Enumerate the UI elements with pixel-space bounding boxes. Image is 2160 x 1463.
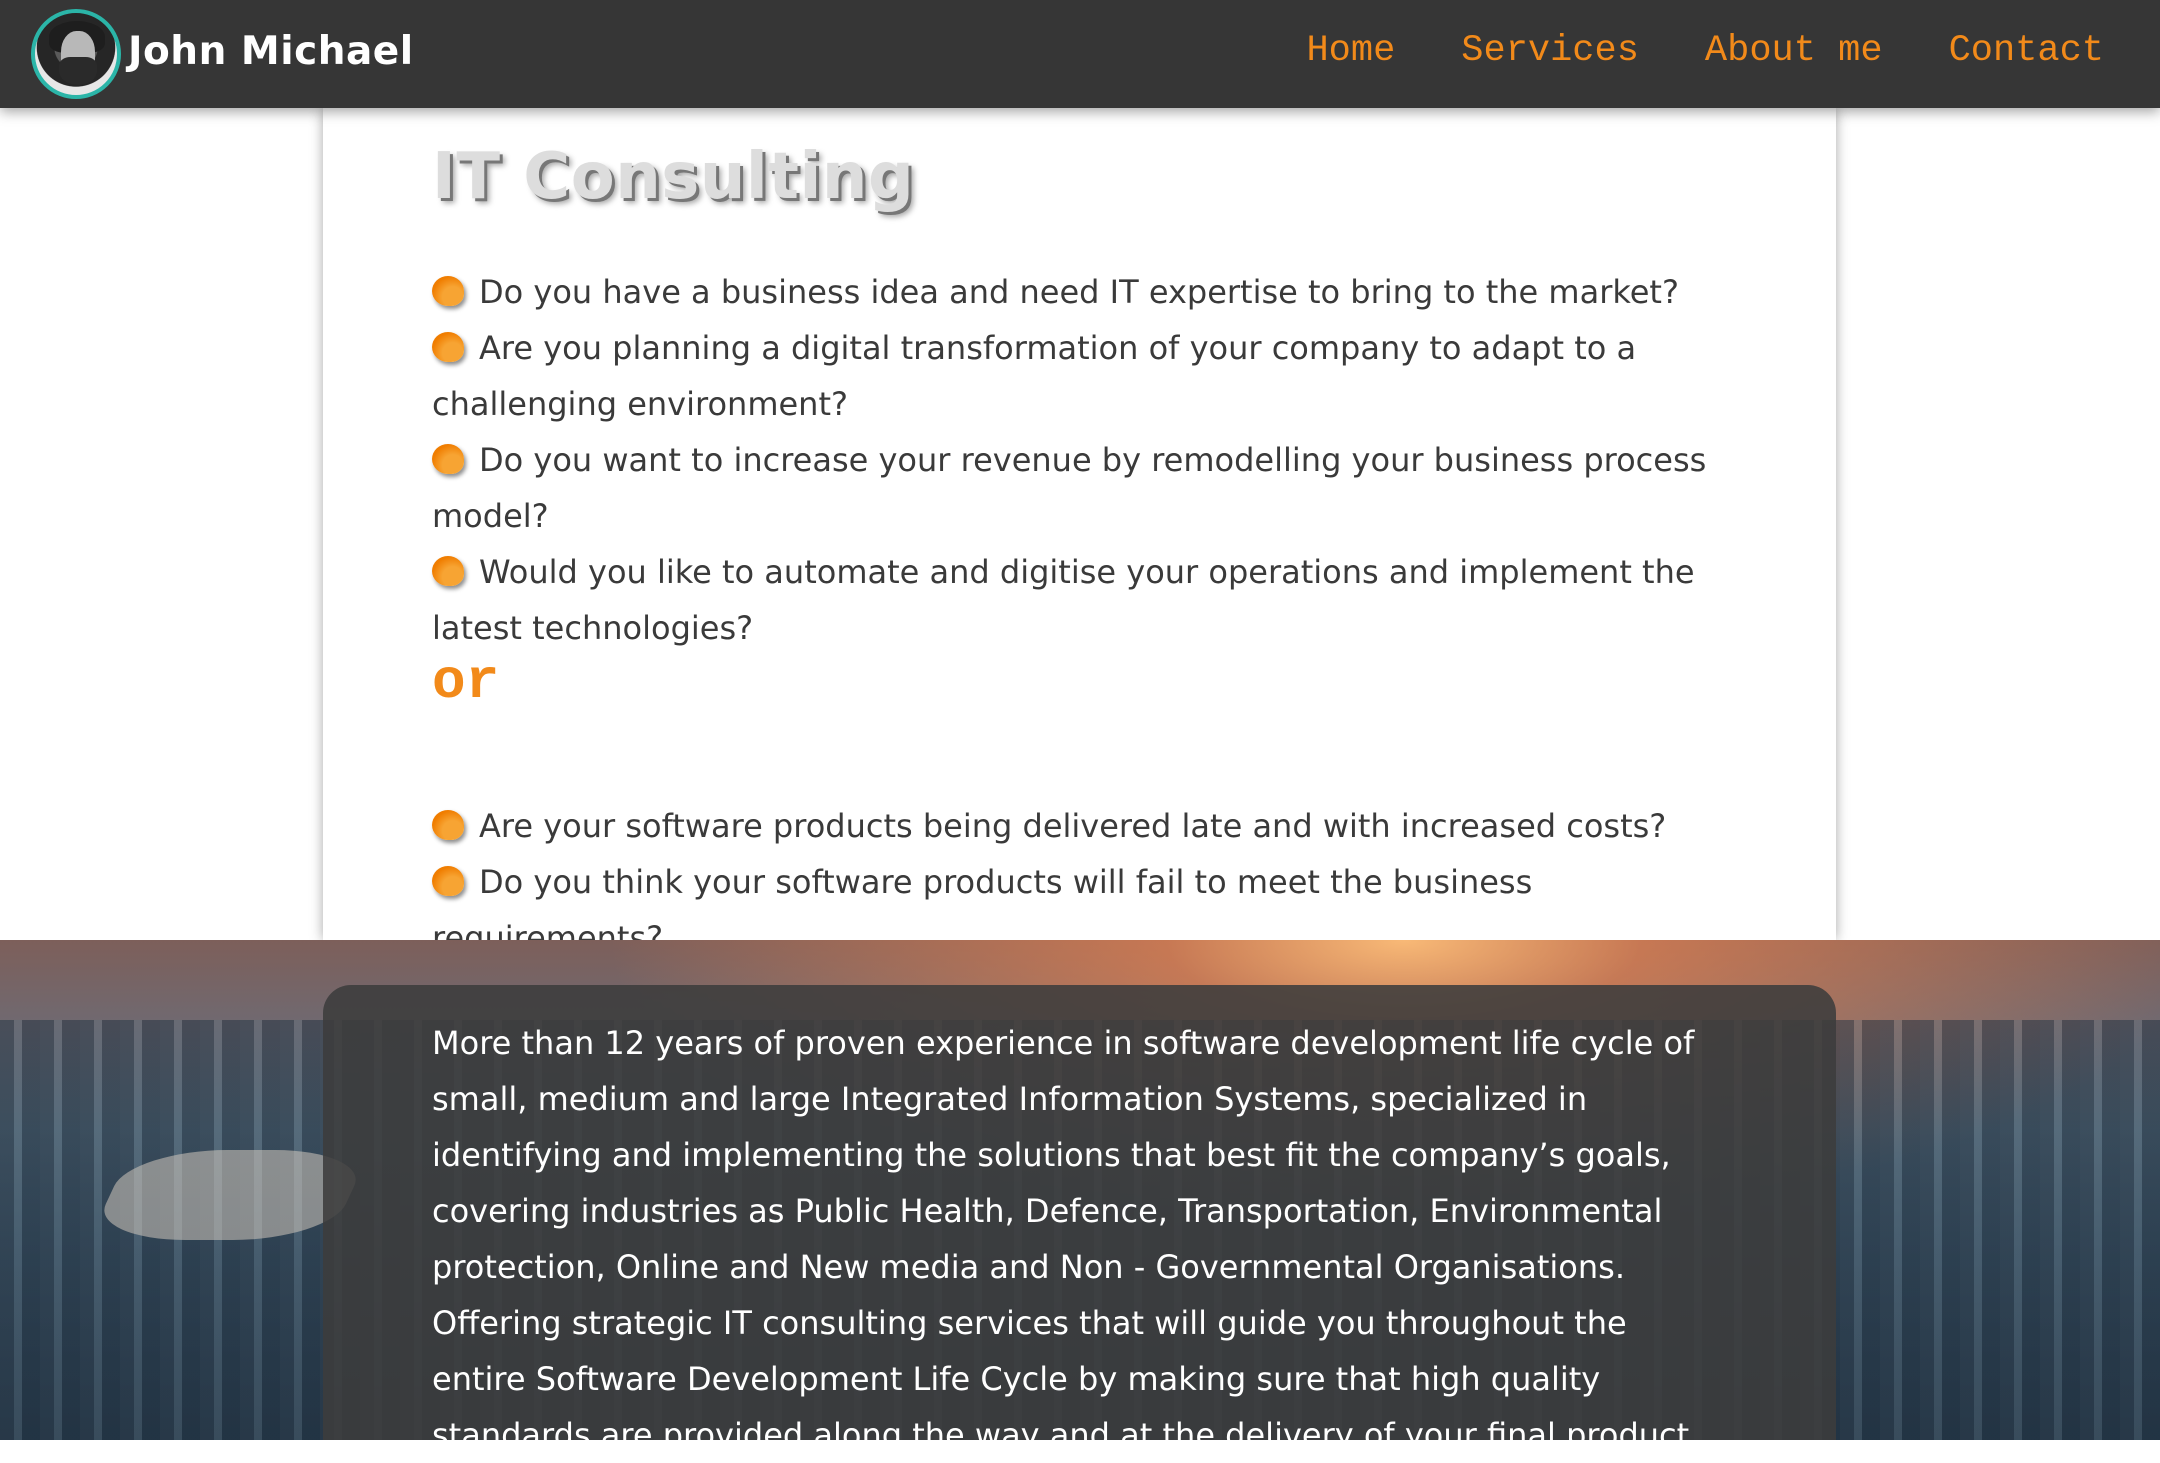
list-item: Would you like to automate and digitise … [432, 544, 1732, 656]
list-item: Do you have a business idea and need IT … [432, 264, 1732, 320]
profile-avatar[interactable] [31, 9, 121, 99]
list-item-text: Are your software products being deliver… [479, 807, 1667, 845]
nav-link-services[interactable]: Services [1461, 30, 1639, 72]
experience-paragraph-1: More than 12 years of proven experience … [432, 1024, 1695, 1286]
bullet-icon [432, 556, 464, 586]
list-item: Are you planning a digital transformatio… [432, 320, 1732, 432]
list-item: Do you want to increase your revenue by … [432, 432, 1732, 544]
nav-link-about-me[interactable]: About me [1705, 30, 1883, 72]
brand-name[interactable]: John Michael [128, 29, 414, 74]
list-item: Are your software products being deliver… [432, 798, 1732, 854]
experience-paragraph-2: Offering strategic IT consulting service… [432, 1304, 1700, 1454]
bullet-icon [432, 810, 464, 840]
nav-link-contact[interactable]: Contact [1949, 30, 2104, 72]
bullet-icon [432, 276, 464, 306]
list-item-text: Are you planning a digital transformatio… [432, 329, 1637, 423]
nav-links: Home Services About me Contact [1306, 30, 2104, 72]
list-item-text: Do you want to increase your revenue by … [432, 441, 1707, 535]
list-item-text: Do you have a business idea and need IT … [479, 273, 1679, 311]
or-separator: or [432, 650, 500, 714]
questions-list-1: Do you have a business idea and need IT … [432, 264, 1732, 656]
bullet-icon [432, 444, 464, 474]
bullet-icon [432, 332, 464, 362]
list-item-text: Would you like to automate and digitise … [432, 553, 1695, 647]
experience-text: More than 12 years of proven experience … [432, 1015, 1722, 1463]
page-title: IT Consulting [432, 140, 915, 214]
avatar-beard [59, 57, 97, 85]
bullet-icon [432, 866, 464, 896]
top-navbar: John Michael Home Services About me Cont… [0, 0, 2160, 108]
nav-link-home[interactable]: Home [1306, 30, 1395, 72]
